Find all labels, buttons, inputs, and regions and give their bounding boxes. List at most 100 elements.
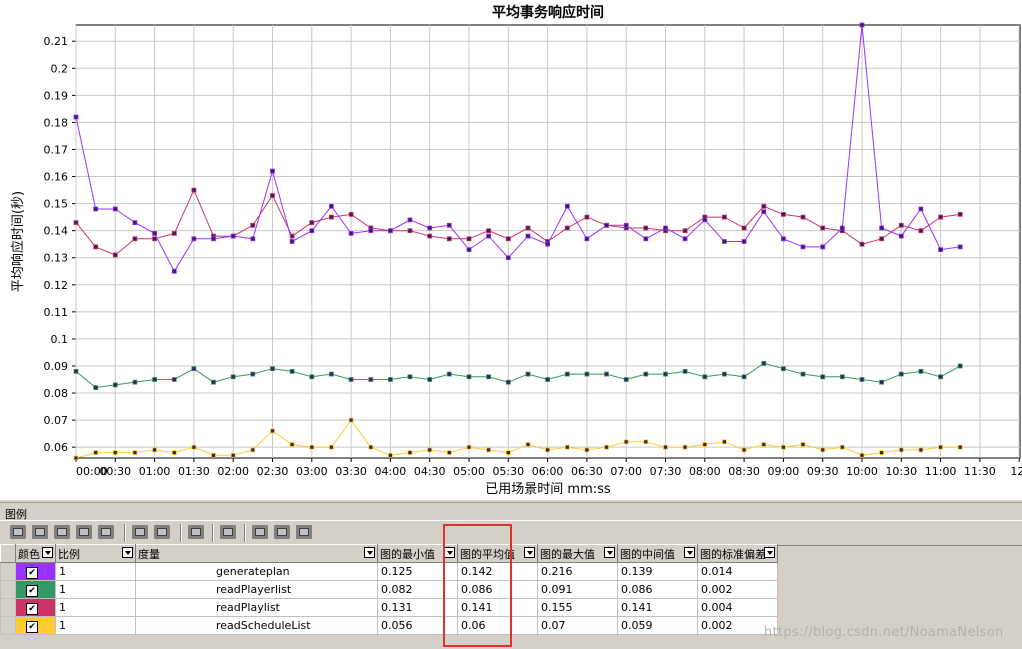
y-tick-label: 0.11 bbox=[44, 306, 69, 319]
data-point bbox=[486, 447, 492, 453]
data-point bbox=[73, 220, 79, 226]
data-point bbox=[604, 371, 609, 377]
data-point bbox=[545, 377, 550, 382]
column-header-min[interactable]: 图的最小值 bbox=[377, 544, 458, 563]
data-point bbox=[230, 374, 236, 380]
toolbar-separator bbox=[124, 524, 126, 542]
legend-scale-cell: 1 bbox=[55, 616, 136, 635]
chevron-down-icon[interactable] bbox=[364, 547, 375, 558]
legend-color-cell[interactable]: ✔ bbox=[15, 580, 56, 599]
data-point bbox=[761, 360, 767, 366]
watermark: https://blog.csdn.net/NoamaNelson bbox=[764, 625, 1004, 640]
data-point bbox=[328, 444, 334, 450]
data-point bbox=[918, 228, 924, 234]
legend-row[interactable]: ✔ 1 readPlaylist 0.131 0.141 0.155 0.141 0.004 bbox=[0, 598, 778, 617]
legend-color-cell[interactable]: ✔ bbox=[15, 616, 56, 635]
x-axis-label: 已用场景时间 mm:ss bbox=[485, 482, 611, 497]
checkbox[interactable]: ✔ bbox=[26, 566, 38, 579]
data-point bbox=[309, 374, 315, 380]
data-point bbox=[545, 241, 550, 247]
row-header[interactable] bbox=[0, 598, 16, 617]
legend-std-cell: 0.004 bbox=[697, 598, 778, 617]
data-point bbox=[702, 374, 708, 380]
row-header[interactable] bbox=[0, 562, 16, 581]
column-header-median[interactable]: 图的中间值 bbox=[617, 544, 698, 563]
y-tick-label: 0.09 bbox=[44, 360, 69, 373]
chevron-down-icon[interactable] bbox=[122, 547, 133, 558]
y-tick-label: 0.13 bbox=[44, 252, 69, 265]
data-point bbox=[466, 374, 472, 380]
data-point bbox=[171, 268, 177, 274]
legend-median-cell: 0.059 bbox=[617, 616, 698, 635]
data-point bbox=[938, 374, 943, 380]
data-point bbox=[132, 450, 138, 456]
checkbox[interactable]: ✔ bbox=[26, 620, 38, 633]
legend-avg-cell: 0.142 bbox=[457, 562, 538, 581]
data-point bbox=[564, 444, 570, 450]
toolbar-button-8-icon[interactable] bbox=[188, 525, 204, 539]
checkbox[interactable]: ✔ bbox=[26, 584, 38, 597]
column-header-avg[interactable]: 图的平均值 bbox=[457, 544, 538, 563]
legend-row[interactable]: ✔ 1 readScheduleList 0.056 0.06 0.07 0.059 0.00… bbox=[0, 616, 778, 635]
legend-max-cell: 0.091 bbox=[537, 580, 618, 599]
data-point bbox=[682, 236, 688, 242]
toolbar-button-10-icon[interactable] bbox=[252, 525, 268, 539]
data-point bbox=[368, 444, 374, 450]
legend-toolbar bbox=[0, 520, 1022, 546]
x-tick-label: 02:00 bbox=[217, 465, 249, 478]
legend-color-cell[interactable]: ✔ bbox=[15, 598, 56, 617]
column-header-color[interactable]: 颜色 bbox=[15, 544, 56, 563]
toolbar-button-4-icon[interactable] bbox=[76, 525, 92, 539]
chart-area: 平均事务响应时间 0.06 0.07 0.08 0.09 0.1 0.11 0.12 0.13 0… bbox=[0, 0, 1022, 500]
data-point bbox=[211, 236, 216, 242]
legend-row[interactable]: ✔ 1 generateplan 0.125 0.142 0.216 0.139 0.014 bbox=[0, 562, 778, 581]
row-header[interactable] bbox=[0, 580, 16, 599]
data-point bbox=[663, 444, 668, 450]
legend-color-cell[interactable]: ✔ bbox=[15, 562, 56, 581]
data-point bbox=[407, 450, 413, 456]
data-point bbox=[466, 444, 472, 450]
legend-scale-cell: 1 bbox=[55, 580, 136, 599]
data-point bbox=[584, 371, 590, 377]
x-tick-label: 11:00 bbox=[925, 465, 957, 478]
x-tick-label: 07:30 bbox=[650, 465, 682, 478]
checkbox[interactable]: ✔ bbox=[26, 602, 38, 615]
chevron-down-icon[interactable] bbox=[42, 547, 53, 558]
chevron-down-icon[interactable] bbox=[604, 547, 615, 558]
toolbar-button-2-icon[interactable] bbox=[32, 525, 48, 539]
chevron-down-icon[interactable] bbox=[764, 547, 775, 558]
toolbar-button-3-icon[interactable] bbox=[54, 525, 70, 539]
toolbar-button-12-icon[interactable] bbox=[296, 525, 312, 539]
data-point bbox=[407, 217, 413, 223]
legend-measure-cell: readPlaylist bbox=[135, 598, 378, 617]
row-header[interactable] bbox=[0, 616, 16, 635]
data-point bbox=[446, 450, 452, 456]
toolbar-filter-icon[interactable] bbox=[98, 525, 114, 539]
data-point bbox=[270, 193, 275, 198]
column-header-max[interactable]: 图的最大值 bbox=[537, 544, 618, 563]
chevron-down-icon[interactable] bbox=[684, 547, 695, 558]
toolbar-button-1-icon[interactable] bbox=[10, 525, 26, 539]
legend-avg-cell: 0.086 bbox=[457, 580, 538, 599]
chevron-down-icon[interactable] bbox=[524, 547, 535, 558]
chevron-down-icon[interactable] bbox=[444, 547, 455, 558]
toolbar-columns-icon[interactable] bbox=[220, 525, 236, 539]
data-point bbox=[446, 371, 452, 377]
column-header-std[interactable]: 图的标准偏差 bbox=[697, 544, 778, 563]
data-point bbox=[230, 452, 236, 458]
column-header-measure[interactable]: 度量 bbox=[135, 544, 378, 563]
toolbar-button-7-icon[interactable] bbox=[154, 525, 170, 539]
data-point bbox=[800, 214, 806, 220]
toolbar-button-6-icon[interactable] bbox=[132, 525, 148, 539]
y-tick-label: 0.1 bbox=[51, 333, 69, 346]
toolbar-button-11-icon[interactable] bbox=[274, 525, 290, 539]
data-point bbox=[800, 244, 806, 250]
column-header-scale[interactable]: 比例 bbox=[55, 544, 136, 563]
data-point bbox=[623, 439, 629, 445]
data-point bbox=[761, 203, 767, 209]
data-point bbox=[112, 382, 118, 388]
data-point bbox=[643, 225, 649, 231]
legend-row[interactable]: ✔ 1 readPlayerlist 0.082 0.086 0.091 0.086 0.00… bbox=[0, 580, 778, 599]
data-point bbox=[171, 377, 177, 382]
data-point bbox=[741, 447, 747, 453]
